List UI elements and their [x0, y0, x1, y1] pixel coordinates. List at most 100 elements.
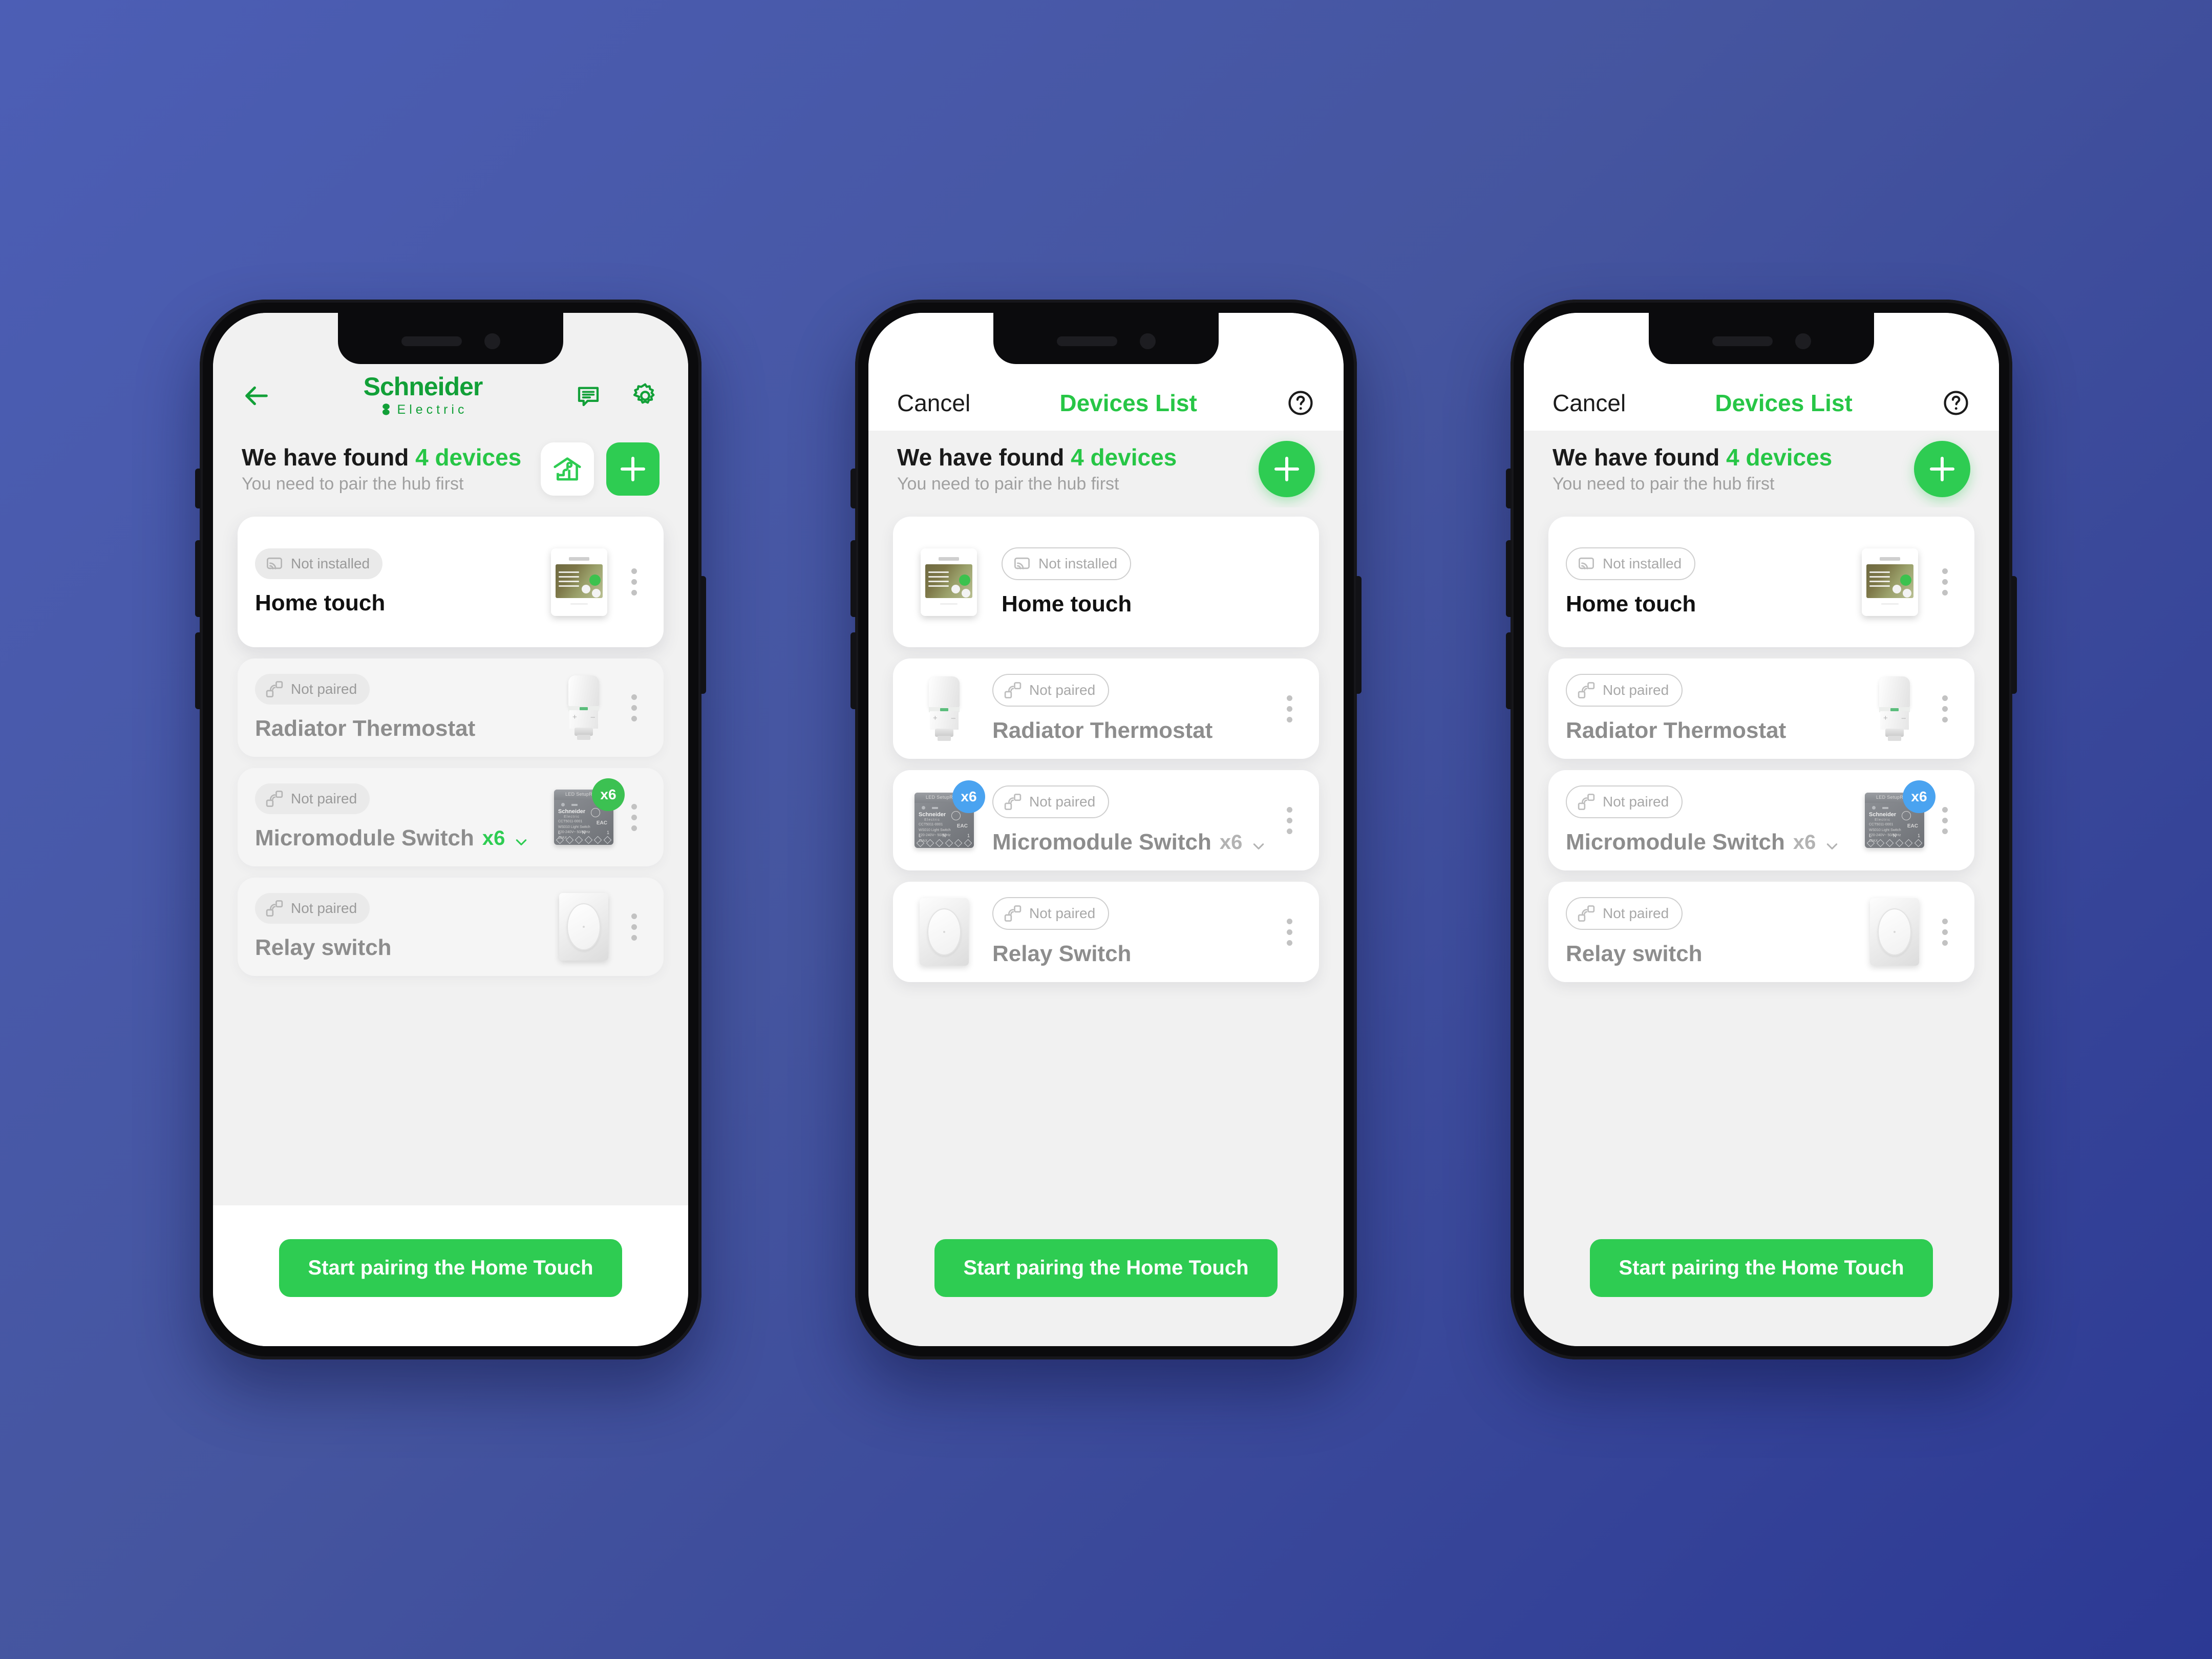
- device-name-row: Home touch: [1566, 591, 1843, 617]
- phone-notch: [338, 313, 563, 364]
- phone-notch: [1649, 313, 1874, 364]
- kebab-menu-icon[interactable]: [1273, 674, 1306, 743]
- start-pairing-button[interactable]: Start pairing the Home Touch: [1590, 1239, 1933, 1297]
- device-card[interactable]: Not installed Home touch: [893, 517, 1319, 647]
- start-pairing-button[interactable]: Start pairing the Home Touch: [279, 1239, 622, 1297]
- hub-button[interactable]: [541, 442, 594, 496]
- arrow-left-icon[interactable]: [242, 381, 271, 411]
- device-card[interactable]: Not paired Micromodule Switch x6 LED SetupR…: [238, 768, 664, 866]
- phone-screen: Cancel Devices List We have found 4 device…: [868, 313, 1344, 1346]
- device-name: Home touch: [255, 590, 386, 615]
- phone-mockup-stage: Schneider Electric We have found 4 devices…: [0, 0, 2212, 1659]
- devices-list-screen: Cancel Devices List We have found 4 device…: [1524, 313, 1999, 1346]
- device-name: Home touch: [1002, 591, 1132, 616]
- device-media: [910, 532, 987, 632]
- chevron-down-icon[interactable]: [513, 831, 528, 846]
- volume-up-button[interactable]: [195, 540, 201, 617]
- device-quantity: x6: [1793, 831, 1816, 854]
- add-device-button[interactable]: [606, 442, 660, 496]
- volume-down-button[interactable]: [850, 632, 856, 709]
- device-card[interactable]: Not paired Radiator Thermostat + –: [238, 658, 664, 757]
- status-badge-label: Not paired: [291, 791, 357, 806]
- device-card[interactable]: + – Not paired Radiator Thermostat: [893, 658, 1319, 759]
- kebab-menu-icon[interactable]: [618, 532, 650, 632]
- page-title: Devices List: [1715, 390, 1853, 416]
- device-name-row: Micromodule Switch x6: [255, 825, 542, 851]
- mute-switch[interactable]: [850, 469, 856, 508]
- headline-prefix: We have found: [897, 443, 1071, 471]
- device-name: Micromodule Switch: [1566, 830, 1785, 855]
- status-badge-label: Not installed: [291, 555, 370, 571]
- power-button[interactable]: [1356, 576, 1362, 694]
- device-card[interactable]: LED SetupReset Schneider Electric CCT5011-0…: [893, 770, 1319, 870]
- power-button[interactable]: [2011, 576, 2017, 694]
- page-subheadline: You need to pair the hub first: [1552, 474, 1775, 494]
- start-pairing-button[interactable]: Start pairing the Home Touch: [934, 1239, 1278, 1297]
- device-card[interactable]: Not paired Relay Switch: [893, 882, 1319, 982]
- device-name-row: Radiator Thermostat: [1566, 718, 1853, 743]
- chevron-down-icon[interactable]: [1824, 835, 1839, 850]
- kebab-menu-icon[interactable]: [618, 674, 650, 741]
- pairing-signal-icon: [1003, 792, 1023, 812]
- cancel-button[interactable]: Cancel: [1552, 389, 1626, 417]
- product-image-home-touch: [921, 548, 977, 616]
- add-device-button[interactable]: [1259, 441, 1315, 497]
- status-badge: Not paired: [992, 674, 1110, 707]
- kebab-menu-icon[interactable]: [1273, 785, 1306, 855]
- chevron-down-icon[interactable]: [1250, 835, 1266, 850]
- device-card[interactable]: Not installed Home touch: [238, 517, 664, 647]
- kebab-menu-icon[interactable]: [1928, 674, 1961, 743]
- brand-name-line1: Schneider: [363, 372, 483, 401]
- pairing-signal-icon: [1003, 680, 1023, 700]
- add-device-button[interactable]: [1914, 441, 1970, 497]
- device-media: + –: [1861, 674, 1928, 743]
- plus-icon: [621, 457, 645, 481]
- device-card[interactable]: Not paired Micromodule Switch x6 LED SetupR…: [1548, 770, 1974, 870]
- device-media: [910, 897, 978, 967]
- gear-icon[interactable]: [631, 381, 660, 410]
- plus-icon: [1930, 457, 1954, 481]
- device-name: Radiator Thermostat: [992, 718, 1213, 743]
- kebab-menu-icon[interactable]: [1928, 532, 1961, 632]
- help-circle-icon[interactable]: [1942, 389, 1970, 417]
- device-count: 4 devices: [1726, 443, 1833, 471]
- device-list[interactable]: Not installed Home touch Not paired Radiato…: [213, 507, 688, 1205]
- kebab-menu-icon[interactable]: [1928, 897, 1961, 967]
- device-name: Relay switch: [1566, 941, 1703, 966]
- status-badge: Not paired: [1566, 785, 1683, 818]
- help-circle-icon[interactable]: [1286, 389, 1315, 417]
- device-media: [1861, 897, 1928, 967]
- volume-up-button[interactable]: [1506, 540, 1512, 617]
- product-image-home-touch: [1862, 548, 1918, 616]
- device-list[interactable]: Not installed Home touch Not paired Radiato…: [1524, 507, 1999, 1205]
- status-badge: Not paired: [992, 785, 1110, 818]
- kebab-menu-icon[interactable]: [618, 893, 650, 961]
- pairing-signal-icon: [1577, 904, 1596, 923]
- device-card[interactable]: Not paired Relay switch: [238, 878, 664, 976]
- volume-up-button[interactable]: [850, 540, 856, 617]
- power-button[interactable]: [700, 576, 706, 694]
- quantity-badge: x6: [592, 778, 625, 811]
- phone-2: Cancel Devices List We have found 4 device…: [850, 300, 1362, 1359]
- device-name: Micromodule Switch: [992, 830, 1211, 855]
- device-info: Not paired Micromodule Switch x6: [255, 783, 550, 851]
- chat-bubble-icon[interactable]: [575, 382, 602, 410]
- device-name-row: Micromodule Switch x6: [992, 830, 1273, 855]
- device-list[interactable]: Not installed Home touch + – Not paired Radia…: [868, 507, 1344, 1205]
- device-card[interactable]: Not installed Home touch: [1548, 517, 1974, 647]
- device-card[interactable]: Not paired Relay switch: [1548, 882, 1974, 982]
- volume-down-button[interactable]: [1506, 632, 1512, 709]
- plus-icon: [1274, 457, 1299, 481]
- mute-switch[interactable]: [195, 469, 201, 508]
- mute-switch[interactable]: [1506, 469, 1512, 508]
- cancel-button[interactable]: Cancel: [897, 389, 970, 417]
- kebab-menu-icon[interactable]: [1273, 897, 1306, 967]
- volume-down-button[interactable]: [195, 632, 201, 709]
- product-image-relay-switch: [559, 893, 608, 961]
- phone-1: Schneider Electric We have found 4 devices…: [195, 300, 706, 1359]
- device-info: Not installed Home touch: [255, 532, 541, 632]
- device-card[interactable]: Not paired Radiator Thermostat + –: [1548, 658, 1974, 759]
- pairing-signal-icon: [265, 679, 284, 699]
- device-name-row: Home touch: [255, 590, 533, 616]
- devices-list-screen: Cancel Devices List We have found 4 device…: [868, 313, 1344, 1346]
